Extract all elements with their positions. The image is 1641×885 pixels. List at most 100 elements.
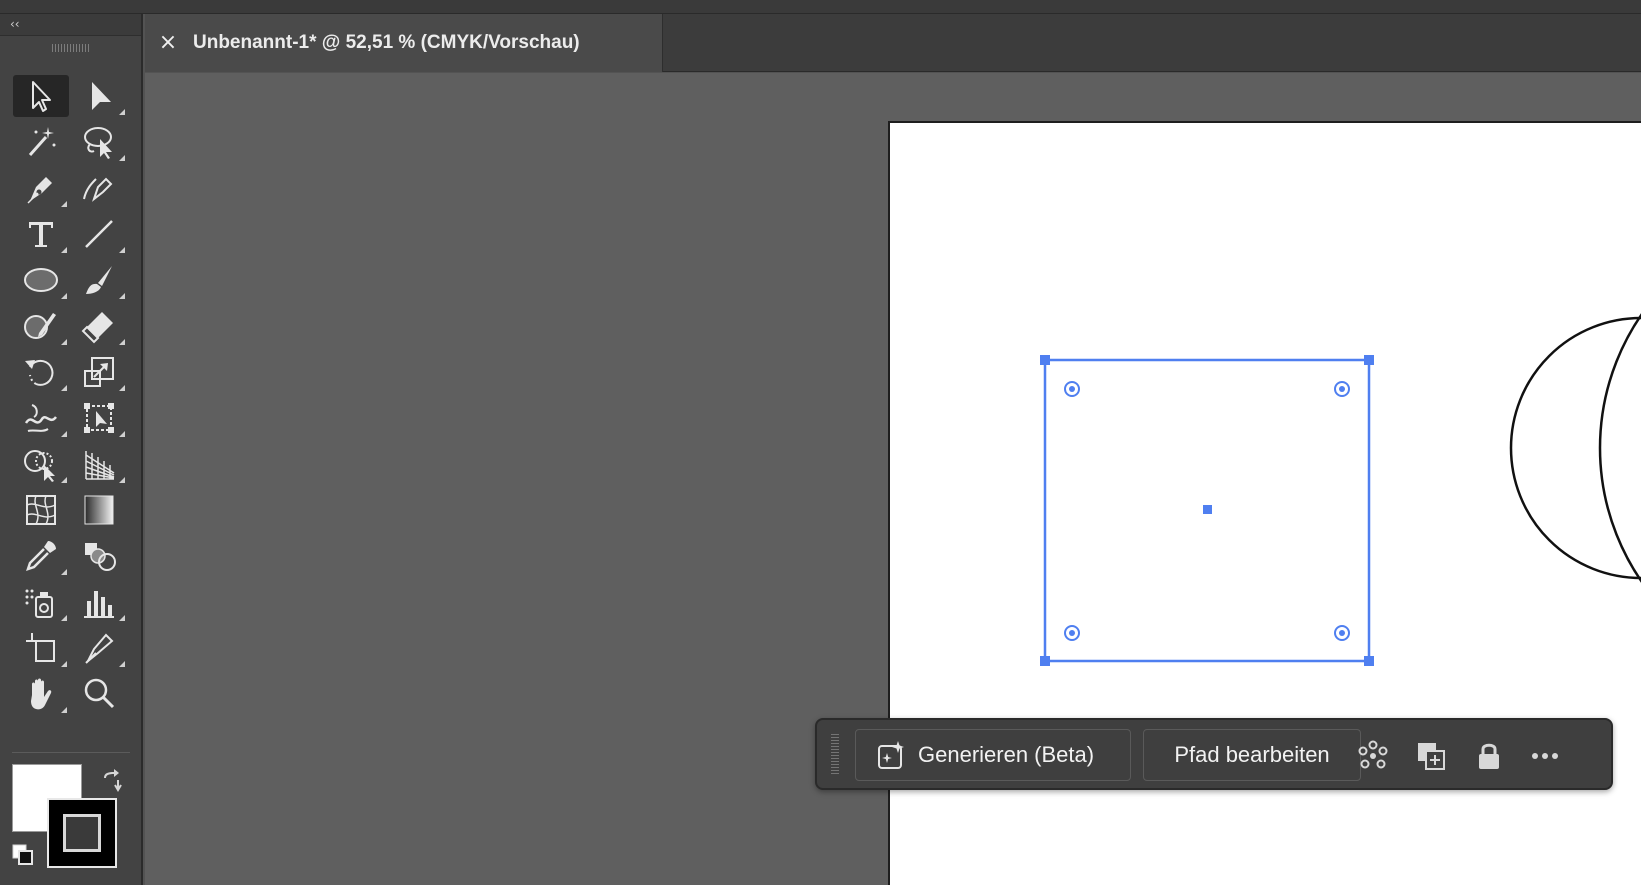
shape-builder-tool[interactable] [13,443,69,485]
shape-builder-icon [24,450,55,482]
tool-group-indicator [61,385,67,391]
generative-fill-icon [878,741,904,769]
hand-icon [31,678,52,710]
artboard-tool[interactable] [13,627,69,669]
more-options-button[interactable] [1525,736,1565,776]
default-fill-stroke-button[interactable] [10,842,36,868]
bounding-box-handle-top-left[interactable] [1040,355,1050,365]
pen-tool[interactable] [13,167,69,209]
tool-group-indicator [61,477,67,483]
edit-path-label: Pfad bearbeiten [1174,742,1330,767]
curvature-tool[interactable] [71,167,127,209]
corner-widget-dot [1339,630,1345,636]
taskbar-drag-handle[interactable] [831,734,839,774]
free-transform-icon [84,403,114,433]
brush-icon [86,266,112,294]
default-colors-icon [12,844,33,865]
symbol-sprayer-tool[interactable] [13,581,69,623]
tool-group-indicator [119,155,125,161]
duplicate-button[interactable] [1411,736,1451,776]
eraser-tool[interactable] [71,305,127,347]
blend-tool[interactable] [71,535,127,577]
eyedropper-icon [26,541,56,571]
line-segment-tool[interactable] [71,213,127,255]
tool-group-indicator [119,615,125,621]
close-tab-button[interactable]: × [155,30,181,56]
tool-group-indicator [119,431,125,437]
rotate-icon [25,359,54,386]
tools-panel-grip[interactable] [52,44,90,52]
tools-panel: ‹‹ [0,14,143,885]
duplicate-icon [1418,743,1445,770]
edit-path-button[interactable]: Pfad bearbeiten [1143,729,1361,781]
lasso-icon [84,127,112,159]
graph-icon [84,591,114,618]
tools-panel-header: ‹‹ [0,14,141,36]
swap-arrows-icon [104,769,122,792]
selection-tool[interactable] [13,75,69,117]
perspective-grid-icon [85,451,115,480]
paintbrush-tool[interactable] [71,259,127,301]
stroke-swatch-inner [63,814,101,852]
rotate-tool[interactable] [13,351,69,393]
scale-icon [84,357,114,387]
scale-tool[interactable] [71,351,127,393]
magic-wand-icon [28,127,56,156]
hand-tool[interactable] [13,673,69,715]
stroke-swatch[interactable] [47,798,117,868]
tool-group-indicator [61,615,67,621]
tool-group-indicator [119,661,125,667]
lock-button[interactable] [1469,736,1509,776]
direct-selection-tool[interactable] [71,75,127,117]
perspective-grid-tool[interactable] [71,443,127,485]
bounding-box-handle-bottom-left[interactable] [1040,656,1050,666]
generate-beta-button[interactable]: Generieren (Beta) [855,729,1131,781]
line-icon [85,220,113,248]
tool-group-indicator [61,339,67,345]
circle-shape-arc[interactable] [1598,213,1641,683]
curvature-pen-icon [83,177,113,202]
zoom-icon [84,678,115,709]
circle-shape[interactable] [1509,316,1641,580]
center-point [1203,505,1212,514]
mesh-tool[interactable] [13,489,69,531]
zoom-tool[interactable] [71,673,127,715]
gradient-tool[interactable] [71,489,127,531]
type-tool[interactable] [13,213,69,255]
lock-icon [1479,743,1499,769]
symbol-sprayer-icon [25,589,53,618]
column-graph-tool[interactable] [71,581,127,623]
type-icon [29,222,53,247]
corner-widget-dot [1339,386,1345,392]
collapse-panel-button[interactable]: ‹‹ [10,16,30,32]
bounding-box-handle-top-right[interactable] [1364,355,1374,365]
warp-tool[interactable] [13,397,69,439]
lasso-tool[interactable] [71,121,127,163]
pen-icon [27,177,52,204]
shaper-tool[interactable] [13,305,69,347]
more-options-icon [1532,753,1558,759]
corner-widget-dot [1069,386,1075,392]
magic-wand-tool[interactable] [13,121,69,163]
tool-group-indicator [61,201,67,207]
document-tab-bar: × Unbenannt-1* @ 52,51 % (CMYK/Vorschau) [145,14,1641,72]
free-transform-tool[interactable] [71,397,127,439]
warp-icon [24,404,57,432]
document-title: Unbenannt-1* @ 52,51 % (CMYK/Vorschau) [193,32,580,53]
tool-group-indicator [119,339,125,345]
swap-fill-stroke-button[interactable] [98,768,124,794]
tool-group-indicator [119,109,125,115]
document-tab[interactable]: × Unbenannt-1* @ 52,51 % (CMYK/Vorschau) [145,14,663,72]
eraser-icon [81,312,113,344]
ellipse-tool[interactable] [13,259,69,301]
recolor-button[interactable] [1353,736,1393,776]
tool-group-indicator [119,293,125,299]
bounding-box-handle-bottom-right[interactable] [1364,656,1374,666]
tools-separator [12,752,130,753]
slice-icon [85,633,114,664]
blend-icon [85,543,116,571]
tool-group-indicator [119,477,125,483]
eyedropper-tool[interactable] [13,535,69,577]
slice-tool[interactable] [71,627,127,669]
tool-group-indicator [61,431,67,437]
